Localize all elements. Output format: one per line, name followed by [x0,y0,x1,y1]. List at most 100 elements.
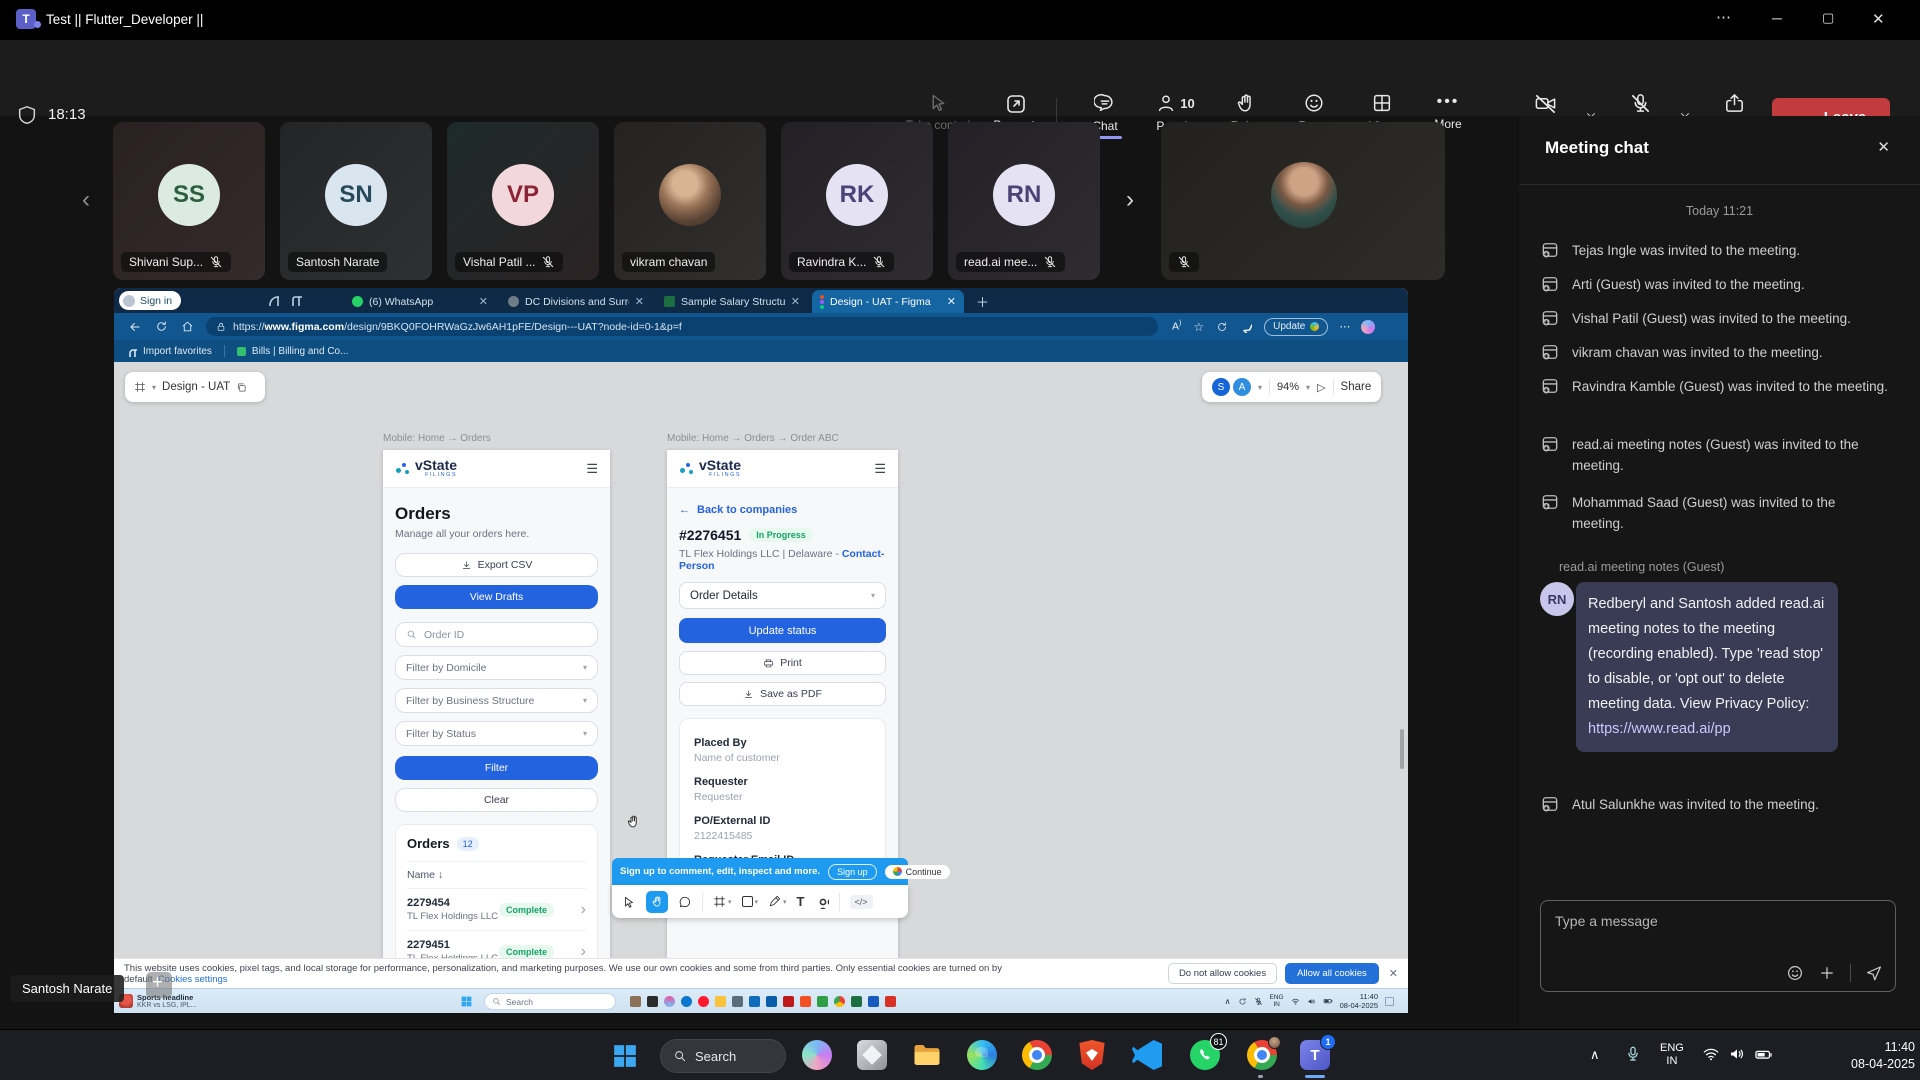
column-header-name[interactable]: Name ↓ [407,861,586,888]
shape-tool-icon[interactable]: ▾ [742,896,759,907]
new-tab-icon[interactable]: ＋ [976,292,989,311]
read-aloud-icon[interactable]: A) [1172,320,1181,333]
pen-tool-icon[interactable]: ▾ [768,895,787,908]
edge-icon[interactable] [967,1040,997,1070]
frame-tool-icon[interactable]: ▾ [713,895,732,908]
browser-sign-in-chip[interactable]: Sign in [119,291,181,310]
filter-button[interactable]: Filter [395,756,598,780]
copilot-icon[interactable] [1361,320,1375,334]
browser-tab[interactable]: DC Divisions and Surroundings✕ [500,290,652,313]
language-indicator[interactable]: ENGIN [1660,1042,1684,1068]
mini-start-icon[interactable] [460,995,473,1008]
favorite-star-icon[interactable]: ☆ [1193,320,1204,334]
chrome-icon[interactable] [1022,1040,1052,1070]
import-favorites-item[interactable]: Import favorites [143,346,212,357]
strip-scroll-left-icon[interactable]: ‹ [82,186,90,214]
mini-search-box[interactable]: Search [484,993,616,1010]
browser-menu-icon[interactable]: ⋯ [1339,320,1351,333]
mini-system-tray[interactable]: ∧ ENGIN 11:4008-04-2025 [1225,989,1394,1013]
participant-tile[interactable]: SS Shivani Sup... [113,122,265,280]
participant-tile[interactable]: SN Santosh Narate [280,122,432,280]
whatsapp-icon[interactable]: 81 [1190,1040,1220,1070]
tab-close-icon[interactable]: ✕ [479,295,488,308]
browser-tab[interactable]: Sample Salary Structure with calc✕ [656,290,808,313]
order-id-search-input[interactable]: Order ID [395,622,598,647]
file-chevron-icon[interactable]: ▾ [152,383,156,392]
frame-label-order-abc[interactable]: Mobile: Home → Orders → Order ABC [667,433,839,444]
app-icon-silver[interactable] [857,1040,887,1070]
tray-wifi-icon[interactable] [1702,1045,1720,1063]
address-bar[interactable]: https://www.figma.com/design/9BKQ0FOHRWa… [206,317,1158,336]
minimize-button[interactable]: ─ [1772,10,1782,26]
strip-scroll-right-icon[interactable]: › [1126,186,1134,214]
filter-status-select[interactable]: Filter by Status▾ [395,721,598,746]
browser-essentials-icon[interactable] [1216,321,1228,333]
order-row[interactable]: 2279454 TL Flex Holdings LLC Complete › [407,888,586,930]
participant-tile[interactable]: RN read.ai mee... [948,122,1100,280]
deny-cookies-button[interactable]: Do not allow cookies [1168,963,1277,984]
tab-close-icon[interactable]: ✕ [791,295,800,308]
actions-tool-icon[interactable] [815,895,829,909]
send-icon[interactable] [1865,964,1883,982]
maximize-button[interactable]: ▢ [1822,10,1834,26]
copy-icon[interactable] [236,382,247,393]
order-details-select[interactable]: Order Details▾ [679,582,886,609]
home-icon[interactable] [181,320,194,333]
collaborator-avatar-s[interactable]: S [1212,378,1230,396]
participant-tile[interactable]: vikram chavan [614,122,766,280]
teams-taskbar-icon[interactable]: T 1 [1300,1040,1330,1070]
zoom-chevron-icon[interactable]: ▾ [1306,383,1310,392]
filter-business-select[interactable]: Filter by Business Structure▾ [395,688,598,713]
taskbar-search[interactable]: Search [660,1039,786,1073]
refresh-icon[interactable] [155,320,168,333]
canvas-scrollbar[interactable] [1400,729,1404,769]
favorites-bar-icon[interactable] [1240,321,1252,333]
save-as-pdf-button[interactable]: Save as PDF [679,682,886,706]
hamburger-menu-icon[interactable]: ☰ [586,461,598,477]
google-continue-button[interactable]: Continue [885,865,950,879]
update-status-button[interactable]: Update status [679,618,886,643]
figma-file-chip[interactable]: ▾ Design - UAT [125,372,265,402]
sign-up-button[interactable]: Sign up [828,864,877,880]
copilot-taskbar-icon[interactable] [802,1040,832,1070]
dev-mode-toggle[interactable]: </> [850,895,873,909]
clear-button[interactable]: Clear [395,788,598,812]
export-csv-button[interactable]: Export CSV [395,553,598,577]
tray-expand-chevron[interactable]: ∧ [1590,1047,1600,1063]
tray-mic-icon[interactable] [1624,1045,1642,1063]
collaborators-chevron-icon[interactable]: ▾ [1258,383,1262,392]
filter-domicile-select[interactable]: Filter by Domicile▾ [395,655,598,680]
participant-tile[interactable] [1161,122,1445,280]
start-button[interactable] [612,1043,638,1069]
chat-input-box[interactable]: Type a message [1540,900,1896,992]
participant-tile[interactable]: VP Vishal Patil ... [447,122,599,280]
figma-canvas[interactable]: ▾ Design - UAT S A ▾ 94% ▾ ▷ Share Mobil… [114,362,1408,958]
attach-plus-icon[interactable] [1818,964,1836,982]
text-tool-icon[interactable]: T [797,894,805,909]
tab-close-icon[interactable]: ✕ [947,295,956,308]
view-drafts-button[interactable]: View Drafts [395,585,598,609]
browser-tab[interactable]: (6) WhatsApp✕ [344,290,496,313]
zoom-level[interactable]: 94% [1277,381,1299,393]
chat-close-icon[interactable]: ✕ [1877,138,1890,156]
allow-cookies-button[interactable]: Allow all cookies [1285,963,1379,984]
cookie-close-icon[interactable]: ✕ [1389,967,1398,980]
vscode-icon[interactable] [1132,1040,1162,1070]
file-explorer-icon[interactable] [912,1040,942,1070]
back-icon[interactable] [128,320,142,334]
privacy-link[interactable]: https://www.read.ai/pp [1588,721,1731,737]
tray-battery-icon[interactable] [1754,1045,1773,1064]
hamburger-menu-icon[interactable]: ☰ [874,461,886,477]
back-to-companies-link[interactable]: ←Back to companies [679,504,886,516]
tab-close-icon[interactable]: ✕ [635,295,644,308]
bills-favorite-item[interactable]: Bills | Billing and Co... [252,346,349,357]
figma-menu-icon[interactable] [134,381,146,393]
print-button[interactable]: Print [679,651,886,675]
hand-tool-active[interactable] [646,891,668,913]
browser-update-button[interactable]: Update [1264,318,1328,336]
browser-tab-active[interactable]: Design - UAT - Figma✕ [812,290,964,313]
participant-tile[interactable]: RK Ravindra K... [781,122,933,280]
mini-taskbar-apps[interactable] [630,996,896,1007]
chrome-profile-icon[interactable] [1247,1040,1277,1070]
workspaces-icon[interactable] [266,293,279,306]
